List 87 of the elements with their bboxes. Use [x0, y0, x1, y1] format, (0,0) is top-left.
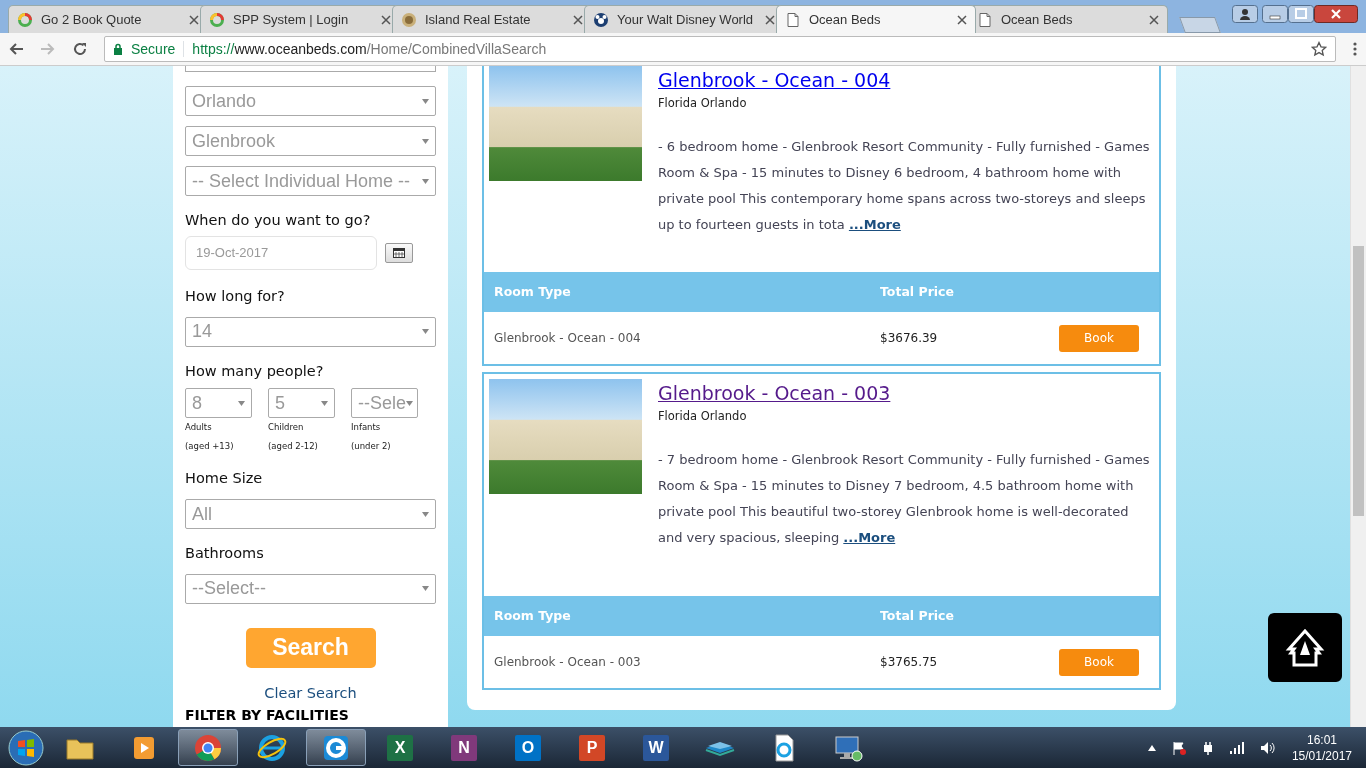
menu-icon[interactable] — [1352, 41, 1358, 57]
caret-icon — [422, 329, 429, 334]
app-tile-icon: X — [387, 734, 413, 761]
caret-icon — [321, 400, 328, 406]
field-label: How long for? — [185, 286, 286, 306]
field-label: Bathrooms — [185, 544, 265, 563]
taskbar-app-button[interactable] — [306, 729, 366, 766]
column-header: Room Type — [494, 282, 572, 301]
field-label: Home Size — [185, 469, 264, 489]
field-label: Infants — [351, 421, 382, 435]
table-cell-text: $3765.75 — [880, 654, 938, 671]
secure-label: Secure — [131, 41, 176, 57]
address-bar[interactable]: Secure https://www.oceanbeds.com/Home/CombinedVillaSearch — [104, 36, 1336, 62]
clear-search-link[interactable]: Clear Search — [264, 682, 357, 705]
table-cell-text: $3676.39 — [880, 330, 938, 347]
table-cell-text: Glenbrook - Ocean - 003 — [494, 654, 642, 671]
taskbar-app-button[interactable] — [178, 729, 238, 766]
photo-icon — [401, 11, 417, 28]
location-text: Florida Orlando — [658, 94, 748, 112]
caret-icon — [422, 586, 429, 592]
back-arrow-icon[interactable] — [8, 41, 24, 57]
page-icon — [785, 11, 801, 28]
field-label: Adults — [185, 421, 213, 435]
field-label: When do you want to go? — [185, 211, 372, 230]
field-note: (under 2) — [351, 440, 392, 454]
accessibility-button[interactable] — [1268, 613, 1342, 682]
caret-icon — [406, 400, 413, 406]
field-note: (aged +13) — [185, 440, 235, 454]
url-text: https://www.oceanbeds.com/Home/CombinedVillaSearch — [192, 41, 547, 57]
listing-description: - 6 bedroom home - Glenbrook Resort Community - Fully furnished - Games Room & Spa - 15 minutes to Disney 6 bedroom, 4 bathroom home with private pool This contemporary home spans across two-storeys and sleeps up to fourteen guests in tota ...More — [658, 137, 1151, 234]
browser-tab[interactable]: Ocean Beds — [776, 5, 976, 33]
more-link[interactable]: ...More — [843, 529, 896, 545]
app-tile-icon: P — [579, 734, 605, 761]
taskbar-app-button[interactable]: P — [562, 729, 622, 766]
listing-title-link[interactable]: Glenbrook - Ocean - 003 — [658, 379, 1155, 408]
close-icon[interactable] — [957, 14, 967, 25]
taskbar-app-button[interactable]: O — [498, 729, 558, 766]
speaker-icon[interactable] — [1259, 740, 1276, 755]
ring-icon — [209, 11, 225, 28]
app-tile-icon: O — [515, 734, 541, 761]
scrollbar-thumb[interactable] — [1353, 246, 1364, 516]
listing-title-link[interactable]: Glenbrook - Ocean - 004 — [658, 66, 1155, 95]
close-icon[interactable] — [381, 14, 391, 25]
start-button-icon[interactable] — [6, 727, 46, 768]
calendar-button[interactable] — [385, 242, 413, 263]
calendar-icon — [393, 247, 405, 259]
taskbar-app-button[interactable]: N — [434, 729, 494, 766]
scrollbar[interactable] — [1350, 66, 1366, 727]
field-label: How many people? — [185, 361, 325, 381]
star-icon[interactable] — [1311, 41, 1327, 57]
app-tile-icon: W — [643, 734, 669, 761]
more-link[interactable]: ...More — [848, 216, 901, 232]
close-icon[interactable] — [573, 14, 583, 25]
column-header: Room Type — [494, 606, 572, 625]
lock-icon — [113, 43, 123, 55]
close-icon[interactable] — [189, 14, 199, 25]
up-arrow-icon — [1285, 628, 1325, 667]
caret-icon — [422, 138, 429, 144]
caret-icon — [422, 511, 429, 517]
close-icon[interactable] — [765, 14, 775, 25]
ring-icon — [17, 11, 33, 28]
plug-icon[interactable] — [1201, 740, 1214, 755]
table-cell-text: Glenbrook - Ocean - 004 — [494, 330, 642, 347]
close-icon[interactable] — [1314, 5, 1358, 23]
flag-icon[interactable] — [1171, 740, 1186, 755]
page-icon — [977, 11, 993, 28]
listing-description: - 7 bedroom home - Glenbrook Resort Community - Fully furnished - Games Room & Spa - 15 minutes to Disney 7 bedroom, 4.5 bathroom home with private pool This beautiful two-storey Glenbrook home is well-decorated and very spacious, sleeping ...More — [658, 450, 1151, 547]
column-header: Total Price — [880, 282, 954, 301]
close-icon[interactable] — [1149, 14, 1159, 25]
caret-icon — [422, 178, 429, 184]
field-note: (aged 2-12) — [268, 440, 319, 454]
up-caret-icon[interactable] — [1147, 744, 1156, 751]
location-text: Florida Orlando — [658, 407, 748, 425]
caret-icon — [422, 98, 429, 104]
taskbar-app-button[interactable]: W — [626, 729, 686, 766]
signal-icon[interactable] — [1229, 741, 1244, 754]
column-header: Total Price — [880, 606, 954, 625]
clock[interactable]: 16:01 15/01/2017 — [1291, 731, 1352, 764]
field-label: Children — [268, 421, 305, 435]
mouse-ears-icon — [593, 11, 609, 28]
caret-icon — [238, 400, 245, 406]
section-heading: FILTER BY FACILITIES — [185, 705, 350, 725]
taskbar-app-button[interactable]: X — [370, 729, 430, 766]
user-icon[interactable] — [1232, 5, 1258, 23]
app-tile-icon: N — [451, 734, 477, 761]
maximize-icon[interactable] — [1288, 5, 1314, 23]
reload-icon[interactable] — [72, 41, 88, 57]
